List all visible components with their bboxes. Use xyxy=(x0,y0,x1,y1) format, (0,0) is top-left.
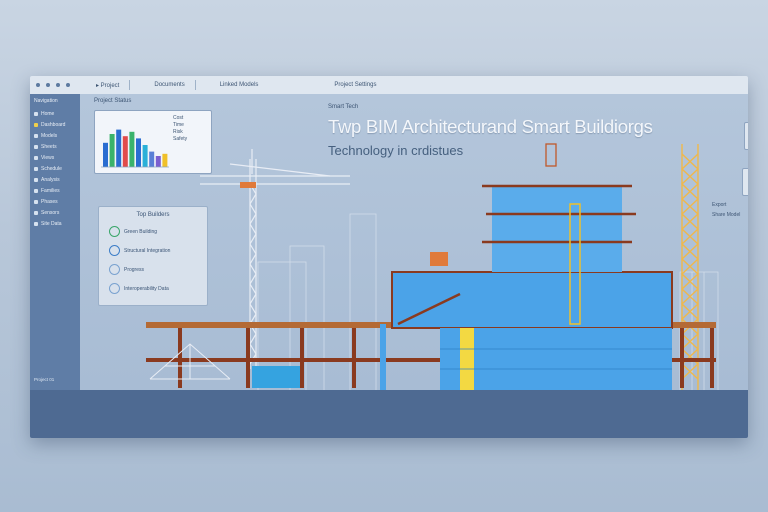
sidebar-item-models[interactable]: Models xyxy=(30,130,80,141)
sidebar-item-dashboard[interactable]: Dashboard xyxy=(30,119,80,130)
page-title: Twp BIM Architecturand Smart Buildiorgs xyxy=(328,116,653,137)
chart-bar xyxy=(116,129,122,167)
chart-bar xyxy=(162,153,168,167)
export-tool-button[interactable]: ⤢ xyxy=(742,168,748,196)
kpi-panel-title: Top Builders xyxy=(136,212,170,218)
sidebar-item-label: Schedule xyxy=(41,165,62,172)
nav-icon xyxy=(34,199,38,204)
menu-documents[interactable]: Documents xyxy=(154,82,184,88)
chart-bar xyxy=(155,156,161,167)
page-subtitle: Technology in crdistues xyxy=(328,143,464,158)
sidebar-item-site-data[interactable]: Site Data xyxy=(30,218,80,229)
nav-icon xyxy=(34,111,38,116)
kpi-row[interactable]: Green Building xyxy=(109,226,207,237)
sidebar-item-label: Families xyxy=(41,187,60,194)
lift-platform xyxy=(430,252,448,266)
minimize-icon[interactable] xyxy=(46,83,50,87)
nav-icon xyxy=(34,144,38,149)
menu-icon[interactable] xyxy=(66,83,70,87)
menu-documents-label: Documents xyxy=(154,82,185,88)
sidebar-item-home[interactable]: Home xyxy=(30,108,80,119)
sidebar-item-families[interactable]: Families xyxy=(30,185,80,196)
kpi-row[interactable]: Progress xyxy=(109,264,207,275)
chart-bar xyxy=(103,142,108,167)
top-builders-panel[interactable]: Top Builders Green Building Structural I… xyxy=(98,206,208,306)
menu-project-label: ▸ Project xyxy=(96,82,120,89)
divider xyxy=(194,80,196,90)
chart-side-lines: Cost Time Risk Safety xyxy=(173,115,187,143)
project-status-chart[interactable]: Cost Time Risk Safety xyxy=(94,110,212,174)
nav-icon xyxy=(34,221,38,226)
rooftop-rig xyxy=(545,143,557,167)
top-toolbar: ▸ Project Documents Linked Models Projec… xyxy=(30,76,748,95)
side-line: Time xyxy=(173,122,184,128)
site-container xyxy=(252,366,300,388)
sidebar-item-label: Models xyxy=(41,132,58,139)
close-icon[interactable] xyxy=(36,83,40,87)
kpi-row-label: Interoperability Data xyxy=(124,285,169,292)
maximize-icon[interactable] xyxy=(56,83,60,87)
tower-crane-right xyxy=(680,144,700,390)
export-label: Export xyxy=(712,202,727,208)
kpi-row-label: Structural Integration xyxy=(124,247,171,254)
nav-icon xyxy=(34,133,38,138)
sidebar-list: Home Dashboard Models Sheets Views Schedule An… xyxy=(30,108,80,229)
chart-bar xyxy=(109,134,115,167)
chart-panel-label: Project Status xyxy=(94,98,132,104)
sidebar-item-label: Analysis xyxy=(41,176,60,183)
kpi-row-label: Progress xyxy=(124,266,145,273)
menu-project-settings[interactable]: Project Settings xyxy=(334,82,376,88)
nav-icon xyxy=(34,122,38,127)
hero-kicker: Smart Tech xyxy=(328,104,359,110)
kpi-row[interactable]: Structural Integration xyxy=(109,245,207,256)
menu-project-settings-label: Project Settings xyxy=(334,82,377,88)
kpi-row-label: Green Building xyxy=(124,228,158,235)
sidebar-item-label: Sensors xyxy=(41,209,60,216)
sidebar-item-sheets[interactable]: Sheets xyxy=(30,141,80,152)
sidebar-header: Navigation xyxy=(34,98,58,104)
sidebar-item-label: Home xyxy=(41,110,55,117)
nav-icon xyxy=(34,155,38,160)
nav-icon xyxy=(34,177,38,182)
sidebar-item-label: Views xyxy=(41,154,55,161)
sidebar-item-analysis[interactable]: Analysis xyxy=(30,174,80,185)
sidebar-item-label: Site Data xyxy=(41,220,62,227)
kpi-row[interactable]: Interoperability Data xyxy=(109,283,207,294)
sidebar: Navigation Home Dashboard Models Sheets View… xyxy=(30,94,80,390)
status-footer-strip xyxy=(30,390,748,438)
sidebar-item-views[interactable]: Views xyxy=(30,152,80,163)
divider xyxy=(129,80,131,90)
nav-icon xyxy=(34,166,38,171)
progress-ring-icon xyxy=(109,283,120,294)
progress-ring-icon xyxy=(109,245,120,256)
chart-bar xyxy=(149,151,155,167)
settings-tool-button[interactable]: ✎ xyxy=(744,122,748,150)
tower-crane-left xyxy=(200,149,350,369)
menu-project[interactable]: ▸ Project xyxy=(96,82,119,89)
sidebar-item-label: Dashboard xyxy=(41,121,66,128)
sidebar-item-phases[interactable]: Phases xyxy=(30,196,80,207)
chart-bar xyxy=(129,131,135,167)
nav-icon xyxy=(34,188,38,193)
menu-linked-models[interactable]: Linked Models xyxy=(220,82,259,88)
share-label: Share Model xyxy=(712,212,741,218)
menu-linked-models-label: Linked Models xyxy=(219,82,259,88)
side-line: Risk xyxy=(173,129,183,135)
nav-icon xyxy=(34,210,38,215)
window-controls xyxy=(30,83,82,87)
sidebar-item-sensors[interactable]: Sensors xyxy=(30,207,80,218)
chart-bar xyxy=(136,138,141,167)
sidebar-item-label: Sheets xyxy=(41,143,57,150)
sidebar-footer: Project 01 xyxy=(34,377,55,382)
sidebar-item-schedule[interactable]: Schedule xyxy=(30,163,80,174)
progress-ring-icon xyxy=(109,264,120,275)
bar-chart xyxy=(101,129,169,168)
sidebar-item-label: Phases xyxy=(41,198,58,205)
chart-bar xyxy=(142,145,148,167)
chart-bar xyxy=(122,136,128,167)
crane-counterweight xyxy=(240,182,256,188)
side-line: Safety xyxy=(173,136,188,142)
side-line: Cost xyxy=(173,115,184,121)
progress-ring-icon xyxy=(109,226,120,237)
